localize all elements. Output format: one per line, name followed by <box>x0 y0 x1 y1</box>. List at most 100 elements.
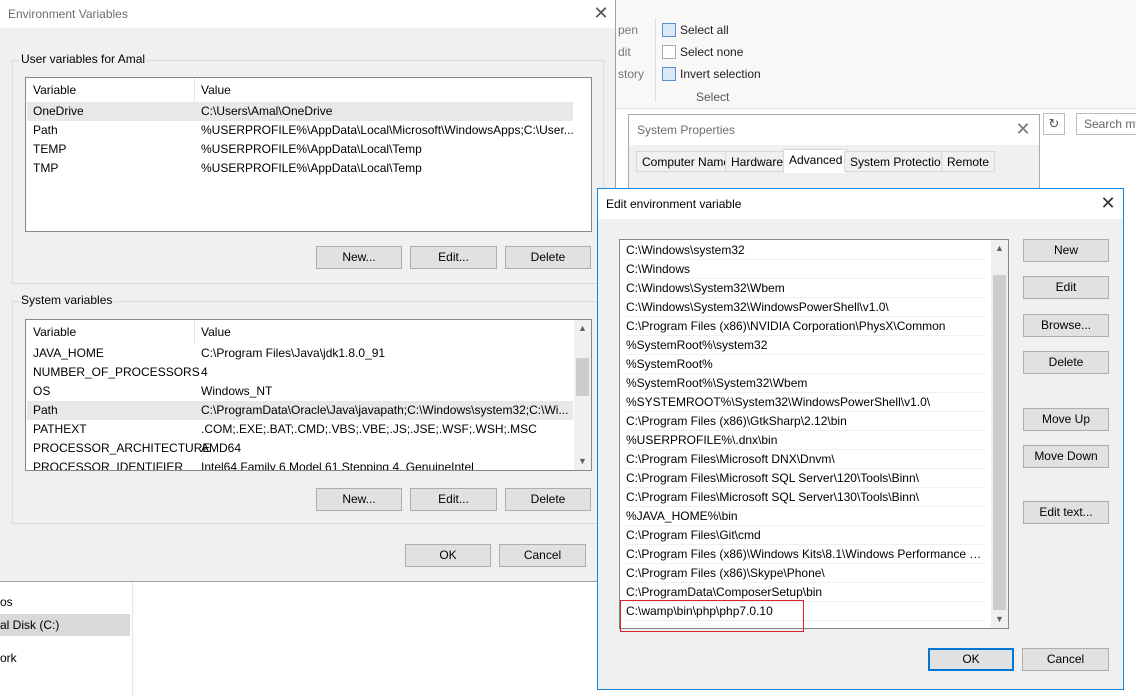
tab-computer-name[interactable]: Computer Name <box>636 151 737 172</box>
env-dialog-title: Environment Variables <box>8 7 128 21</box>
close-icon[interactable]: ✕ <box>1013 119 1033 139</box>
path-item[interactable]: %JAVA_HOME%\bin <box>626 507 986 526</box>
path-list-scrollbar[interactable]: ▲ ▼ <box>991 240 1008 628</box>
ribbon-divider <box>655 18 656 102</box>
list-item[interactable]: TEMP %USERPROFILE%\AppData\Local\Temp <box>27 140 573 159</box>
path-item[interactable]: C:\Program Files (x86)\NVIDIA Corporatio… <box>626 317 986 336</box>
move-up-button[interactable]: Move Up <box>1023 408 1109 431</box>
path-item[interactable]: C:\Windows\system32 <box>626 241 986 260</box>
search-input[interactable]: Search my <box>1076 113 1136 135</box>
path-item[interactable]: %SystemRoot%\System32\Wbem <box>626 374 986 393</box>
list-item[interactable]: TMP %USERPROFILE%\AppData\Local\Temp <box>27 159 573 178</box>
var-name: TMP <box>33 161 59 175</box>
system-delete-button[interactable]: Delete <box>505 488 591 511</box>
browse-button[interactable]: Browse... <box>1023 314 1109 337</box>
var-name: TEMP <box>33 142 67 156</box>
delete-button[interactable]: Delete <box>1023 351 1109 374</box>
ribbon-open-partial[interactable]: pen <box>618 23 638 37</box>
nav-item-videos[interactable]: os <box>0 591 130 613</box>
path-item[interactable]: C:\Windows <box>626 260 986 279</box>
var-name: Path <box>33 123 58 137</box>
environment-variables-dialog: Environment Variables ✕ User variables f… <box>0 0 616 582</box>
ok-button[interactable]: OK <box>928 648 1014 671</box>
col-variable-header[interactable]: Variable <box>33 325 76 339</box>
edit-button[interactable]: Edit <box>1023 276 1109 299</box>
user-variables-label: User variables for Amal <box>19 52 148 66</box>
invert-selection-icon <box>662 67 676 81</box>
var-value: AMD64 <box>201 441 242 455</box>
nav-item-network[interactable]: ork <box>0 647 130 669</box>
path-item[interactable]: C:\Program Files\Microsoft SQL Server\12… <box>626 469 986 488</box>
select-all-button[interactable]: Select all <box>662 21 729 39</box>
col-value-header[interactable]: Value <box>201 325 231 339</box>
path-item[interactable]: C:\Program Files (x86)\GtkSharp\2.12\bin <box>626 412 986 431</box>
list-item[interactable]: JAVA_HOME C:\Program Files\Java\jdk1.8.0… <box>27 344 573 363</box>
path-item[interactable]: %SystemRoot% <box>626 355 986 374</box>
user-variables-list[interactable]: Variable Value OneDrive C:\Users\Amal\On… <box>25 77 592 232</box>
user-new-button[interactable]: New... <box>316 246 402 269</box>
col-value-header[interactable]: Value <box>201 83 231 97</box>
list-item[interactable]: OS Windows_NT <box>27 382 573 401</box>
tab-system-protection[interactable]: System Protection <box>844 151 954 172</box>
list-item[interactable]: Path %USERPROFILE%\AppData\Local\Microso… <box>27 121 573 140</box>
tab-hardware[interactable]: Hardware <box>725 151 790 172</box>
user-vars-header: Variable Value <box>26 78 591 102</box>
var-value: %USERPROFILE%\AppData\Local\Temp <box>201 161 422 175</box>
tab-advanced[interactable]: Advanced <box>783 149 849 173</box>
invert-selection-label: Invert selection <box>680 67 761 81</box>
list-item[interactable]: PROCESSOR_IDENTIFIER Intel64 Family 6 Mo… <box>27 458 573 470</box>
var-value: .COM;.EXE;.BAT;.CMD;.VBS;.VBE;.JS;.JSE;.… <box>201 422 537 436</box>
col-variable-header[interactable]: Variable <box>33 83 76 97</box>
list-item[interactable]: PROCESSOR_ARCHITECTURE AMD64 <box>27 439 573 458</box>
invert-selection-button[interactable]: Invert selection <box>662 65 761 83</box>
path-item[interactable]: %SYSTEMROOT%\System32\WindowsPowerShell\… <box>626 393 986 412</box>
path-item[interactable]: C:\Windows\System32\Wbem <box>626 279 986 298</box>
list-item[interactable]: NUMBER_OF_PROCESSORS 4 <box>27 363 573 382</box>
scroll-up-icon[interactable]: ▲ <box>991 240 1008 257</box>
user-edit-button[interactable]: Edit... <box>410 246 497 269</box>
select-none-button[interactable]: Select none <box>662 43 743 61</box>
select-all-icon <box>662 23 676 37</box>
ribbon-group-select-label: Select <box>696 90 730 104</box>
cancel-button[interactable]: Cancel <box>1022 648 1109 671</box>
scroll-thumb[interactable] <box>576 358 589 396</box>
path-item[interactable]: C:\Program Files (x86)\Skype\Phone\ <box>626 564 986 583</box>
ok-button[interactable]: OK <box>405 544 491 567</box>
refresh-icon[interactable]: ↻ <box>1043 113 1065 135</box>
path-item[interactable]: %SystemRoot%\system32 <box>626 336 986 355</box>
close-icon[interactable]: ✕ <box>591 3 611 23</box>
new-button[interactable]: New <box>1023 239 1109 262</box>
system-vars-scrollbar[interactable]: ▲ ▼ <box>574 320 591 470</box>
path-list[interactable]: C:\wamp\bin\php\php7.0.10 C:\ProgramData\… <box>619 239 1009 629</box>
nav-item-local-disk[interactable]: al Disk (C:) <box>0 614 130 636</box>
scroll-down-icon[interactable]: ▼ <box>991 611 1008 628</box>
highlight-box <box>620 600 804 632</box>
list-item[interactable]: Path C:\ProgramData\Oracle\Java\javapath… <box>27 401 573 420</box>
scroll-up-icon[interactable]: ▲ <box>574 320 591 337</box>
ribbon-edit-partial[interactable]: dit <box>618 45 631 59</box>
user-delete-button[interactable]: Delete <box>505 246 591 269</box>
var-name: Path <box>33 403 58 417</box>
move-down-button[interactable]: Move Down <box>1023 445 1109 468</box>
list-item[interactable]: OneDrive C:\Users\Amal\OneDrive <box>27 102 573 121</box>
path-item[interactable]: C:\Program Files\Microsoft DNX\Dnvm\ <box>626 450 986 469</box>
path-item[interactable]: %USERPROFILE%\.dnx\bin <box>626 431 986 450</box>
ribbon-history-partial[interactable]: story <box>618 67 644 81</box>
path-item[interactable]: C:\Windows\System32\WindowsPowerShell\v1… <box>626 298 986 317</box>
select-none-icon <box>662 45 676 59</box>
system-edit-button[interactable]: Edit... <box>410 488 497 511</box>
path-item[interactable]: C:\Program Files\Git\cmd <box>626 526 986 545</box>
path-item[interactable]: C:\Program Files\Microsoft SQL Server\13… <box>626 488 986 507</box>
var-value: %USERPROFILE%\AppData\Local\Microsoft\Wi… <box>201 123 573 137</box>
scroll-thumb[interactable] <box>993 275 1006 610</box>
tab-remote[interactable]: Remote <box>941 151 996 172</box>
system-properties-title: System Properties <box>637 123 736 137</box>
close-icon[interactable]: ✕ <box>1098 193 1118 213</box>
path-item[interactable]: C:\Program Files (x86)\Windows Kits\8.1\… <box>626 545 986 564</box>
scroll-down-icon[interactable]: ▼ <box>574 453 591 470</box>
cancel-button[interactable]: Cancel <box>499 544 586 567</box>
system-new-button[interactable]: New... <box>316 488 402 511</box>
system-variables-list[interactable]: Variable Value JAVA_HOME C:\Program File… <box>25 319 592 471</box>
edit-text-button[interactable]: Edit text... <box>1023 501 1109 524</box>
list-item[interactable]: PATHEXT .COM;.EXE;.BAT;.CMD;.VBS;.VBE;.J… <box>27 420 573 439</box>
